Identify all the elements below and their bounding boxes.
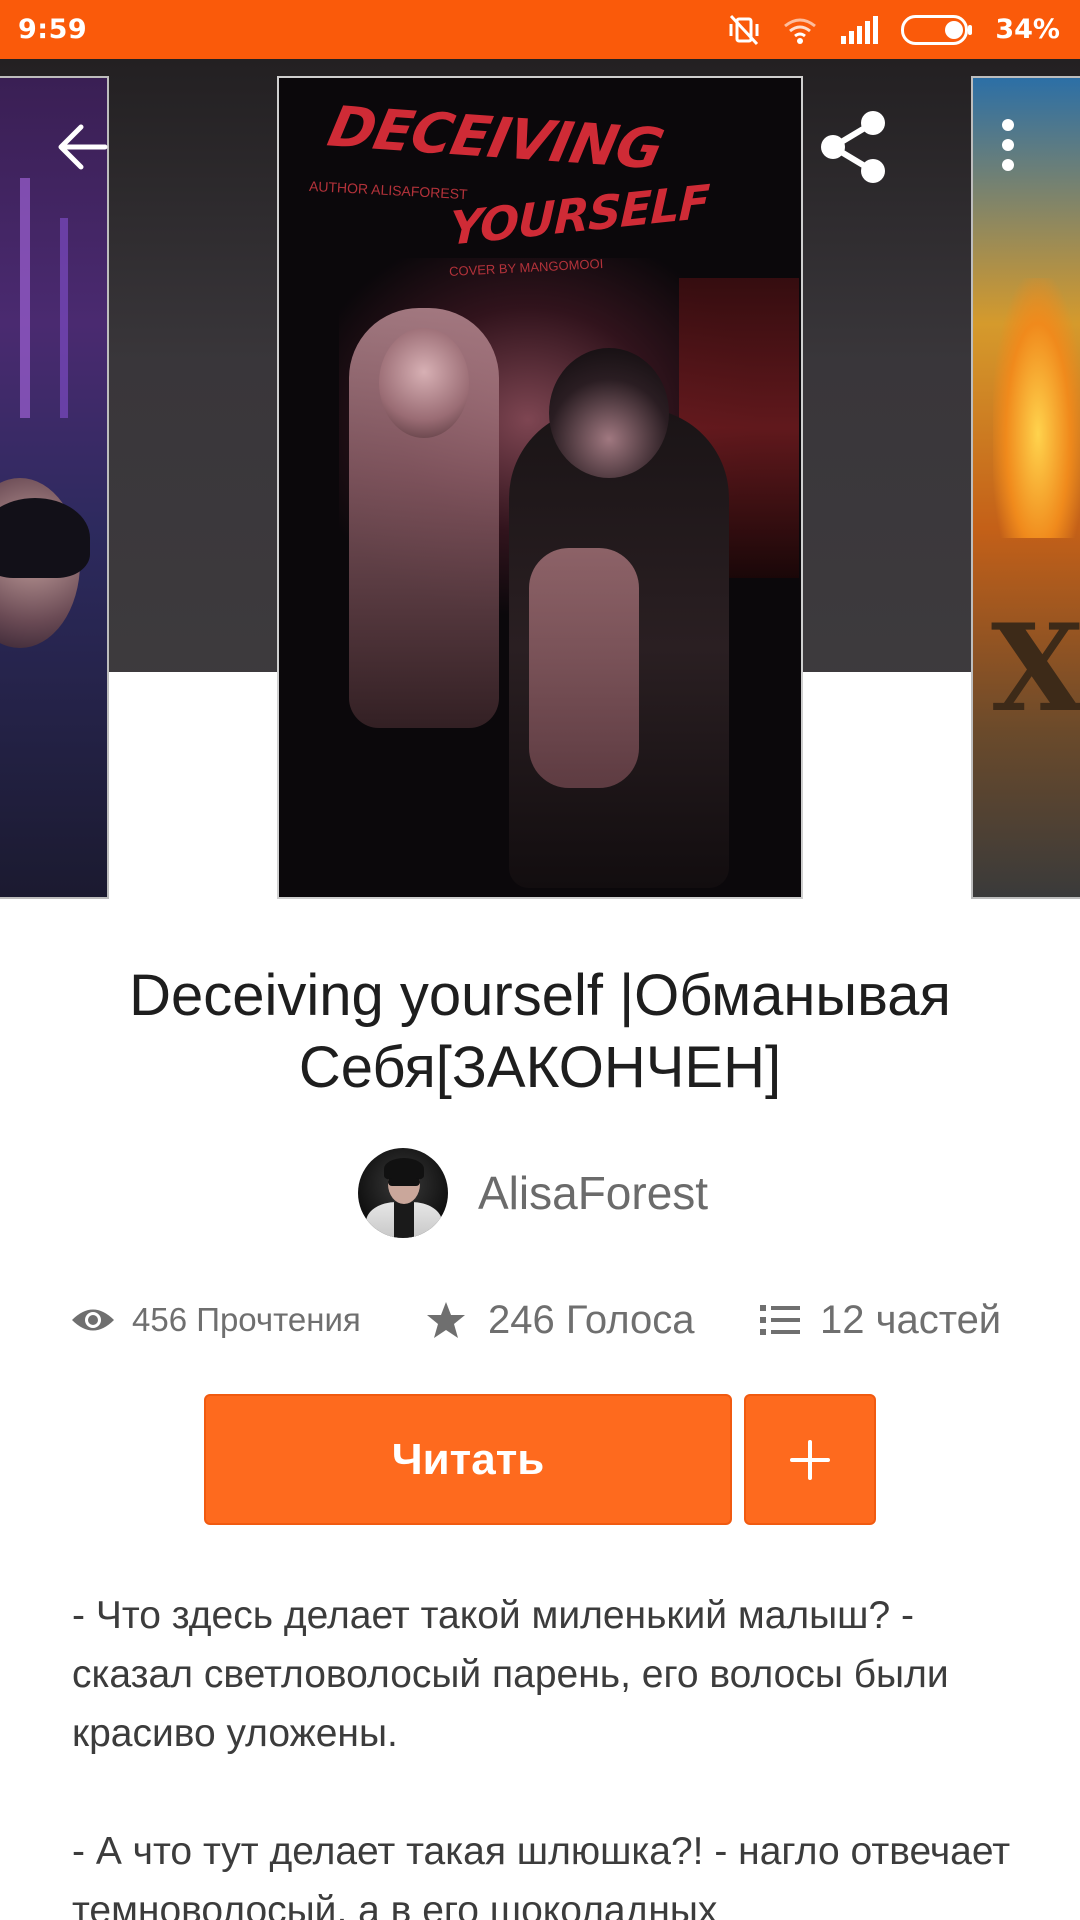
avatar[interactable]: [358, 1148, 448, 1238]
read-button[interactable]: Читать: [204, 1394, 732, 1525]
battery-icon: [901, 14, 973, 45]
status-icons: 34%: [727, 14, 1060, 46]
next-story-cover[interactable]: X: [971, 76, 1080, 899]
description-paragraph: - А что тут делает такая шлюшка?! - нагл…: [72, 1830, 1011, 1920]
parts-count[interactable]: 12 частей: [820, 1298, 1001, 1343]
author-name[interactable]: AlisaForest: [478, 1166, 708, 1220]
parts-stat[interactable]: 12 частей: [760, 1290, 1001, 1350]
status-time: 9:59: [18, 14, 88, 45]
share-icon: [821, 111, 885, 183]
more-options-button[interactable]: [990, 110, 1026, 180]
share-button[interactable]: [808, 102, 898, 192]
star-icon: [427, 1302, 465, 1338]
cover-title-line2: YOURSELF: [448, 174, 711, 256]
story-details-screen: 9:59 34% DECEIVING AUTHOR ALISAFOREST YO…: [0, 0, 1080, 1920]
reads-count: 456 Прочтения: [132, 1301, 361, 1338]
cover-author-text: AUTHOR ALISAFOREST: [308, 177, 469, 203]
more-vertical-icon: [1002, 119, 1014, 171]
eye-icon: [72, 1309, 114, 1331]
votes-count: 246 Голоса: [488, 1297, 695, 1342]
story-description: - Что здесь делает такой миленький малыш…: [72, 1586, 1012, 1920]
story-stats: 456 Прочтения 246 Голоса 12 частей: [0, 1290, 1080, 1350]
votes-stat: 246 Голоса: [426, 1290, 694, 1350]
reads-stat: 456 Прочтения: [70, 1290, 361, 1350]
back-button[interactable]: [48, 112, 118, 182]
back-arrow-icon: [58, 124, 108, 170]
mute-vibrate-icon: [727, 14, 761, 46]
previous-story-cover[interactable]: [0, 76, 109, 899]
description-paragraph: - Что здесь делает такой миленький малыш…: [72, 1594, 949, 1755]
status-bar: 9:59 34%: [0, 0, 1080, 59]
signal-icon: [839, 15, 879, 44]
battery-percent: 34%: [995, 14, 1060, 45]
author-link[interactable]: AlisaForest: [358, 1148, 708, 1238]
list-icon: [760, 1305, 800, 1335]
plus-icon: [790, 1439, 830, 1480]
story-title: Deceiving yourself |Обманывая Себя[ЗАКОН…: [129, 963, 951, 1100]
add-to-library-button[interactable]: [744, 1394, 876, 1525]
story-cover[interactable]: DECEIVING AUTHOR ALISAFOREST YOURSELF CO…: [277, 76, 803, 899]
wifi-icon: [783, 16, 817, 44]
cover-title-line1: DECEIVING: [322, 94, 669, 183]
